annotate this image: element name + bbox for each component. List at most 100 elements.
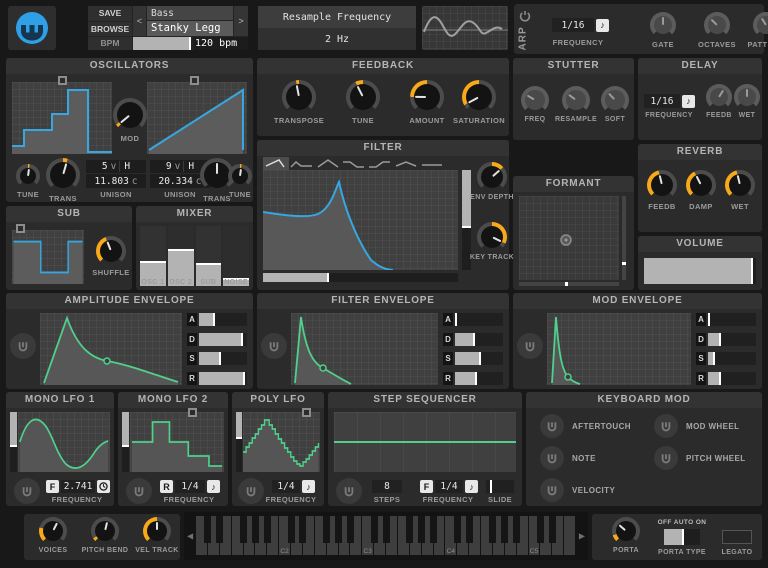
lfo2-mod-source-button[interactable] bbox=[126, 478, 152, 504]
logo-box[interactable] bbox=[8, 6, 56, 50]
arp-tempo-sync-button[interactable]: ♪ bbox=[596, 19, 609, 32]
arp-octaves-knob[interactable] bbox=[704, 12, 730, 38]
mixer-osc2-slider[interactable] bbox=[168, 226, 194, 286]
piano-key-black[interactable] bbox=[418, 516, 425, 543]
piano-key-black[interactable] bbox=[501, 516, 508, 543]
osc2-tune-knob[interactable] bbox=[228, 164, 252, 188]
lfo1-wave-display[interactable] bbox=[18, 412, 110, 472]
delay-feedback-knob[interactable] bbox=[706, 84, 732, 110]
filter-type-allpass-tab[interactable] bbox=[419, 157, 445, 170]
legato-toggle[interactable] bbox=[722, 530, 752, 544]
piano-key-black[interactable] bbox=[371, 516, 378, 543]
arp-power-button[interactable] bbox=[519, 9, 531, 21]
piano-key-black[interactable] bbox=[489, 516, 496, 543]
arp-frequency-value[interactable]: 1/16 bbox=[552, 18, 594, 32]
note-mod-source-button[interactable] bbox=[540, 446, 564, 470]
piano-key-black[interactable] bbox=[406, 516, 413, 543]
keyboard-scroll-right-icon[interactable]: ▶ bbox=[579, 532, 585, 541]
formant-x-slider[interactable] bbox=[519, 282, 619, 286]
feedback-saturation-knob[interactable] bbox=[462, 80, 496, 114]
piano-key-black[interactable] bbox=[252, 516, 259, 543]
piano-key-black[interactable] bbox=[240, 516, 247, 543]
keyboard-keys[interactable]: C2C3C4C5 bbox=[196, 512, 576, 560]
mixer-noise-slider[interactable] bbox=[223, 226, 249, 286]
step-sequencer-display[interactable] bbox=[334, 412, 516, 472]
volume-slider[interactable] bbox=[644, 258, 756, 284]
sub-shuffle-knob[interactable] bbox=[96, 236, 126, 266]
piano-key-black[interactable] bbox=[204, 516, 211, 543]
piano-key-black[interactable] bbox=[288, 516, 295, 543]
filter-env-display[interactable] bbox=[291, 313, 438, 385]
piano-key-black[interactable] bbox=[216, 516, 223, 543]
piano-key-black[interactable] bbox=[513, 516, 520, 543]
filter-cutoff-slider[interactable] bbox=[263, 273, 458, 282]
sub-wave-display[interactable] bbox=[12, 230, 84, 284]
osc2-harmonize-toggle[interactable]: H bbox=[183, 161, 194, 172]
step-seq-mode-button[interactable]: F bbox=[420, 480, 433, 493]
piano-key-black[interactable] bbox=[466, 516, 473, 543]
amp-env-decay-slider[interactable] bbox=[199, 333, 247, 346]
step-seq-steps-value[interactable]: 8 bbox=[372, 480, 402, 493]
patch-name[interactable]: Stanky Legg bbox=[147, 21, 233, 36]
poly-lfo-mod-source-button[interactable] bbox=[238, 478, 264, 504]
mixer-sub-slider[interactable] bbox=[196, 226, 222, 286]
lfo2-wave-selector[interactable] bbox=[188, 408, 197, 417]
feedback-transpose-knob[interactable] bbox=[282, 80, 316, 114]
next-patch-button[interactable]: > bbox=[234, 6, 248, 36]
piano-key-black[interactable] bbox=[430, 516, 437, 543]
osc-cross-mod-knob[interactable] bbox=[113, 98, 147, 132]
prev-patch-button[interactable]: < bbox=[133, 6, 146, 36]
poly-lfo-frequency-value[interactable]: 1/4 bbox=[272, 480, 300, 493]
poly-lfo-amplitude-slider[interactable] bbox=[236, 412, 242, 472]
amp-env-mod-source-button[interactable] bbox=[10, 333, 36, 359]
filter-type-peak-tab[interactable] bbox=[393, 157, 419, 170]
piano-key-black[interactable] bbox=[323, 516, 330, 543]
filter-env-release-slider[interactable] bbox=[455, 372, 503, 385]
piano-key-black[interactable] bbox=[347, 516, 354, 543]
keyboard[interactable]: ◀ ▶ C2C3C4C5 bbox=[184, 512, 588, 560]
osc1-wave-selector[interactable] bbox=[58, 76, 67, 85]
amp-env-sustain-slider[interactable] bbox=[199, 352, 247, 365]
filter-type-lowpass-tab[interactable] bbox=[263, 157, 289, 170]
filter-type-highshelf-tab[interactable] bbox=[341, 157, 367, 170]
stutter-freq-knob[interactable] bbox=[521, 86, 549, 114]
sub-wave-selector[interactable] bbox=[16, 224, 25, 233]
bpm-slider[interactable] bbox=[133, 37, 191, 50]
amp-env-release-slider[interactable] bbox=[199, 372, 247, 385]
amp-env-display[interactable] bbox=[40, 313, 182, 385]
piano-key-black[interactable] bbox=[454, 516, 461, 543]
lfo1-frequency-value[interactable]: 2.741 bbox=[61, 480, 95, 493]
lfo2-amplitude-slider[interactable] bbox=[122, 412, 129, 472]
step-seq-frequency-value[interactable]: 1/4 bbox=[435, 480, 463, 493]
pitch-wheel-mod-source-button[interactable] bbox=[654, 446, 678, 470]
aftertouch-mod-source-button[interactable] bbox=[540, 414, 564, 438]
feedback-tune-knob[interactable] bbox=[346, 80, 380, 114]
delay-tempo-sync-button[interactable]: ♪ bbox=[682, 95, 695, 108]
osc1-transpose-knob[interactable] bbox=[46, 158, 80, 192]
piano-key-black[interactable] bbox=[299, 516, 306, 543]
lfo1-amplitude-slider[interactable] bbox=[10, 412, 17, 472]
porta-knob[interactable] bbox=[612, 517, 640, 545]
mod-env-display[interactable] bbox=[547, 313, 691, 385]
piano-key[interactable] bbox=[564, 516, 576, 555]
piano-key-black[interactable] bbox=[537, 516, 544, 543]
filter-env-sustain-slider[interactable] bbox=[455, 352, 503, 365]
lfo2-wave-display[interactable] bbox=[130, 412, 224, 472]
mod-wheel-mod-source-button[interactable] bbox=[654, 414, 678, 438]
arp-pattern-knob[interactable] bbox=[753, 12, 768, 38]
amp-env-attack-slider[interactable] bbox=[199, 313, 247, 326]
filter-type-bandpass-tab[interactable] bbox=[315, 157, 341, 170]
lfo1-mode-button[interactable]: F bbox=[46, 480, 59, 493]
lfo2-tempo-sync-button[interactable]: ♪ bbox=[207, 480, 220, 493]
formant-y-slider[interactable] bbox=[622, 196, 626, 280]
reverb-feedback-knob[interactable] bbox=[647, 170, 677, 200]
piano-key-black[interactable] bbox=[335, 516, 342, 543]
poly-lfo-tempo-sync-button[interactable]: ♪ bbox=[302, 480, 315, 493]
step-seq-tempo-sync-button[interactable]: ♪ bbox=[465, 480, 478, 493]
piano-key-black[interactable] bbox=[383, 516, 390, 543]
folder-name[interactable]: Bass bbox=[147, 6, 233, 20]
filter-key-track-knob[interactable] bbox=[477, 222, 507, 252]
keyboard-scroll-left-icon[interactable]: ◀ bbox=[187, 532, 193, 541]
delay-frequency-value[interactable]: 1/16 bbox=[644, 94, 680, 108]
feedback-amount-knob[interactable] bbox=[410, 80, 444, 114]
